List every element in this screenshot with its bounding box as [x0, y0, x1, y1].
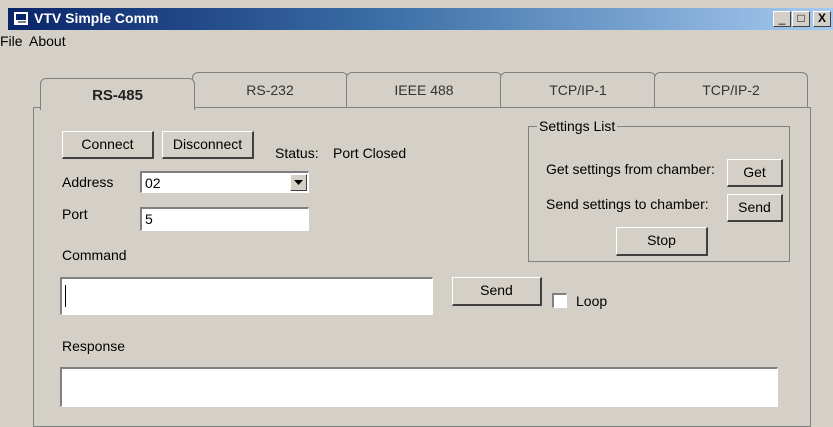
menu-file[interactable]: File: [0, 33, 23, 49]
command-input[interactable]: [60, 277, 433, 315]
port-label: Port: [62, 206, 88, 222]
command-label: Command: [62, 247, 127, 263]
disconnect-button[interactable]: Disconnect: [162, 131, 254, 159]
port-input[interactable]: 5: [140, 207, 309, 231]
settings-send-button[interactable]: Send: [727, 194, 783, 222]
menu-about[interactable]: About: [29, 33, 66, 49]
stop-button[interactable]: Stop: [616, 227, 708, 256]
tab-tcpip-2[interactable]: TCP/IP-2: [654, 72, 808, 108]
status-label: Status:: [275, 145, 319, 161]
loop-checkbox[interactable]: [552, 293, 567, 308]
get-settings-text: Get settings from chamber:: [546, 161, 715, 177]
tab-ieee488[interactable]: IEEE 488: [346, 72, 502, 108]
send-settings-text: Send settings to chamber:: [546, 196, 709, 212]
connect-button[interactable]: Connect: [62, 131, 154, 159]
command-send-button[interactable]: Send: [452, 277, 542, 306]
window-title: VTV Simple Comm: [34, 10, 159, 26]
loop-label: Loop: [576, 293, 608, 309]
maximize-button[interactable]: □: [792, 11, 810, 27]
response-label: Response: [62, 338, 126, 354]
menu-bar: File About: [0, 30, 833, 52]
get-button[interactable]: Get: [727, 159, 783, 187]
tab-rs232[interactable]: RS-232: [192, 72, 348, 108]
settings-group-title: Settings List: [537, 118, 618, 134]
title-bar[interactable]: VTV Simple Comm _ □ X: [8, 8, 833, 30]
address-select[interactable]: 02: [140, 171, 309, 193]
address-value: 02: [145, 175, 161, 191]
response-output[interactable]: [60, 367, 778, 407]
chevron-down-icon[interactable]: [290, 174, 307, 191]
text-cursor: [65, 285, 66, 307]
address-label: Address: [62, 174, 114, 190]
port-value: 5: [145, 211, 153, 227]
app-icon: [14, 12, 28, 25]
tab-tcpip-1[interactable]: TCP/IP-1: [500, 72, 656, 108]
close-button[interactable]: X: [813, 11, 831, 27]
status-value: Port Closed: [333, 145, 407, 161]
tab-rs485[interactable]: RS-485: [40, 78, 195, 110]
minimize-button[interactable]: _: [773, 11, 791, 27]
settings-group: Settings List Get settings from chamber:…: [528, 118, 790, 262]
